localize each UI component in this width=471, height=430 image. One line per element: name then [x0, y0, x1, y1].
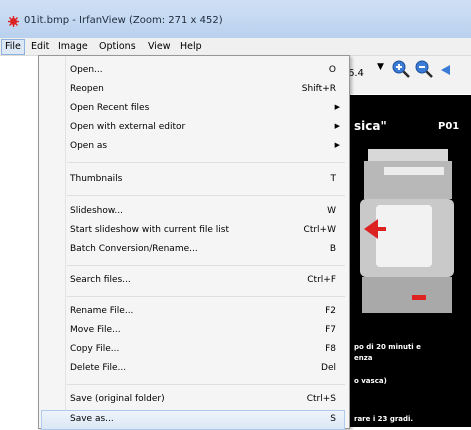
- menu-delete-file[interactable]: Delete File... Del: [42, 360, 344, 378]
- menu-start-slideshow-with-file-list[interactable]: Start slideshow with current file list C…: [42, 222, 344, 240]
- menu-separator: [67, 195, 345, 196]
- menu-thumbnails[interactable]: Thumbnails T: [42, 171, 344, 189]
- menu-reopen[interactable]: Reopen Shift+R: [42, 81, 344, 99]
- menu-open-recent-files[interactable]: Open Recent files ▶: [42, 100, 344, 118]
- irfanview-app-icon: [8, 16, 19, 27]
- menu-bar: File Edit Image Options View Help: [0, 38, 471, 56]
- zoom-out-icon[interactable]: [414, 59, 434, 79]
- image-code-text: P01: [438, 121, 460, 132]
- menu-view[interactable]: View: [145, 40, 174, 54]
- menu-search-files[interactable]: Search files... Ctrl+F: [42, 272, 344, 290]
- image-text-line: po di 20 minuti e: [354, 343, 421, 351]
- menu-options[interactable]: Options: [96, 40, 139, 54]
- menu-separator: [67, 162, 345, 163]
- toolbar: 6.4 ▼: [340, 56, 471, 94]
- previous-arrow-icon[interactable]: [439, 64, 451, 76]
- mixer-image: [360, 149, 454, 313]
- menu-move-file[interactable]: Move File... F7: [42, 322, 344, 340]
- menu-rename-file[interactable]: Rename File... F2: [42, 303, 344, 321]
- menu-save-original-folder[interactable]: Save (original folder) Ctrl+S: [42, 391, 344, 409]
- file-menu-dropdown: Open... O Reopen Shift+R Open Recent fil…: [38, 55, 350, 430]
- window-title: 01it.bmp - IrfanView (Zoom: 271 x 452): [24, 15, 223, 26]
- menu-separator: [67, 384, 345, 385]
- image-text-line: rare i 23 gradi.: [354, 415, 414, 423]
- submenu-arrow-icon: ▶: [334, 103, 340, 111]
- menu-copy-file[interactable]: Copy File... F8: [42, 341, 344, 359]
- title-bar: 01it.bmp - IrfanView (Zoom: 271 x 452): [0, 0, 471, 38]
- menu-open-as[interactable]: Open as ▶: [42, 138, 344, 156]
- menu-open[interactable]: Open... O: [42, 62, 344, 80]
- menu-slideshow[interactable]: Slideshow... W: [42, 203, 344, 221]
- menu-help[interactable]: Help: [177, 40, 205, 54]
- menu-edit[interactable]: Edit: [28, 40, 52, 54]
- submenu-arrow-icon: ▶: [334, 141, 340, 149]
- menu-batch-conversion-rename[interactable]: Batch Conversion/Rename... B: [42, 241, 344, 259]
- chevron-down-icon[interactable]: ▼: [377, 62, 384, 72]
- menu-save-as[interactable]: Save as... S: [41, 410, 345, 430]
- submenu-arrow-icon: ▶: [334, 122, 340, 130]
- menu-image[interactable]: Image: [55, 40, 91, 54]
- image-title-text: sica": [354, 119, 387, 133]
- image-text-line: o vasca): [354, 377, 387, 385]
- image-text-line: enza: [354, 354, 373, 362]
- menu-separator: [67, 265, 345, 266]
- menu-separator: [67, 296, 345, 297]
- zoom-in-icon[interactable]: [391, 59, 411, 79]
- image-canvas: sica" P01 po di 20 minuti e enza o vasca…: [340, 95, 471, 427]
- menu-open-with-external-editor[interactable]: Open with external editor ▶: [42, 119, 344, 137]
- menu-file[interactable]: File: [1, 39, 25, 55]
